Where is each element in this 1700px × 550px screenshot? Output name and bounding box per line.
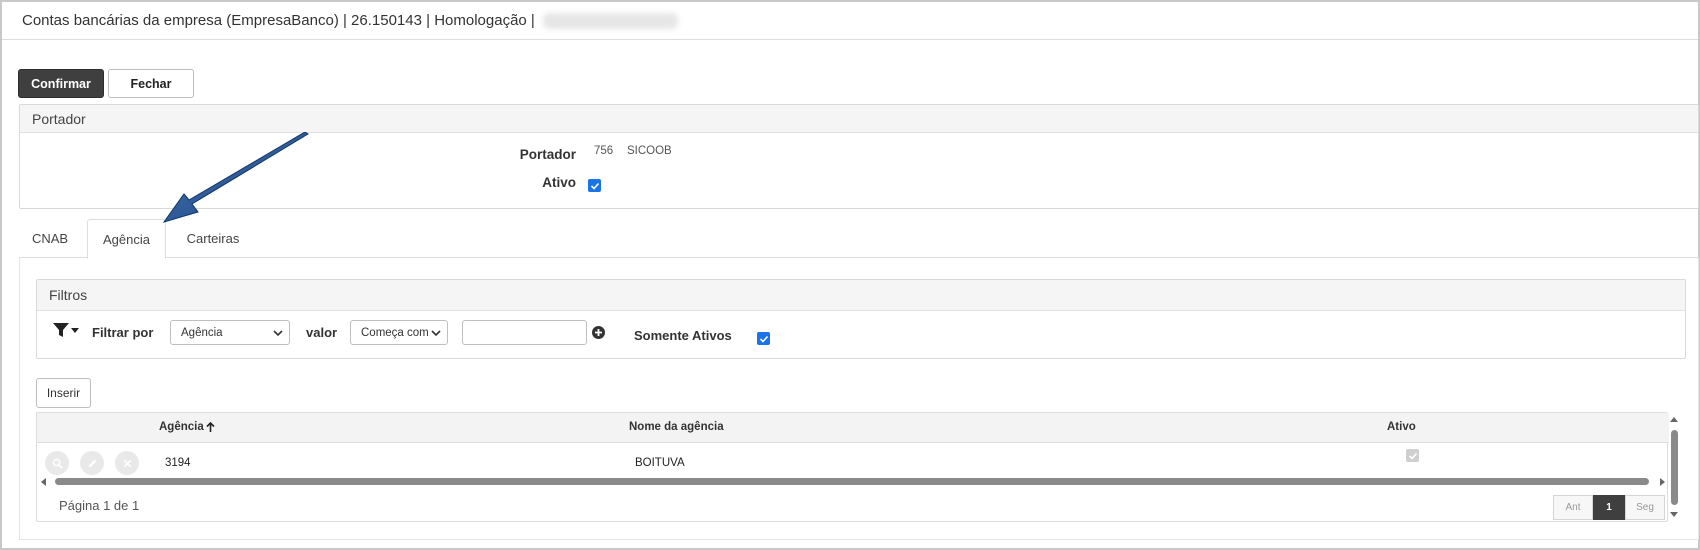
portador-name: SICOOB [627, 145, 672, 157]
cell-agencia: 3194 [165, 457, 191, 469]
window-frame: Contas bancárias da empresa (EmpresaBanc… [0, 0, 1700, 550]
column-header-ativo[interactable]: Ativo [1387, 421, 1416, 433]
prev-page-button[interactable]: Ant [1553, 495, 1593, 520]
scroll-left-icon[interactable] [41, 478, 46, 486]
agencia-grid: Agência Nome da agência Ativo 3194 BOITU… [36, 412, 1669, 523]
filters-title: Filtros [37, 280, 1685, 311]
cell-nome: BOITUVA [635, 457, 685, 469]
annotation-arrow-icon [162, 132, 309, 223]
toolbar: Confirmar Fechar [18, 69, 194, 98]
search-icon [52, 458, 63, 469]
filter-field-value: Agência [181, 326, 223, 339]
filter-by-label: Filtrar por [92, 325, 154, 340]
funnel-icon [53, 323, 69, 337]
check-icon [1408, 452, 1417, 460]
scroll-right-icon[interactable] [1660, 478, 1665, 486]
column-header-nome[interactable]: Nome da agência [629, 421, 724, 433]
page-info: Página 1 de 1 [59, 498, 140, 513]
insert-button[interactable]: Inserir [36, 378, 91, 408]
filter-menu-toggle[interactable] [53, 323, 79, 338]
only-active-label: Somente Ativos [634, 328, 732, 343]
pencil-icon [88, 459, 96, 467]
scroll-down-icon[interactable] [1670, 512, 1678, 517]
view-row-button[interactable] [45, 451, 69, 475]
arrow-up-icon [206, 421, 215, 432]
close-icon [123, 459, 131, 467]
tab-cnab[interactable]: CNAB [19, 219, 81, 258]
next-page-button[interactable]: Seg [1625, 495, 1665, 520]
check-icon [759, 335, 768, 343]
grid-footer: Página 1 de 1 Ant 1 Seg [37, 488, 1669, 523]
plus-icon [595, 329, 602, 336]
filter-field-select[interactable]: Agência [170, 320, 290, 345]
filter-value-input[interactable] [462, 320, 587, 345]
grid-header: Agência Nome da agência Ativo [37, 413, 1669, 443]
window-title: Contas bancárias da empresa (EmpresaBanc… [22, 12, 535, 29]
page-1-button[interactable]: 1 [1593, 495, 1625, 520]
confirm-button[interactable]: Confirmar [18, 69, 104, 98]
add-filter-icon[interactable] [592, 326, 605, 339]
ativo-checkbox[interactable] [588, 179, 601, 192]
portador-panel-title: Portador [20, 105, 1698, 133]
filters-panel: Filtros Filtrar por Agência valor Começa… [36, 279, 1686, 359]
chevron-down-icon [273, 329, 283, 336]
only-active-checkbox[interactable] [757, 332, 770, 345]
cell-ativo-checkbox [1406, 449, 1419, 462]
vertical-scroll-thumb[interactable] [1671, 430, 1678, 505]
chevron-down-icon [431, 329, 441, 336]
horizontal-scroll-thumb[interactable] [55, 478, 1649, 485]
caret-down-icon [71, 327, 79, 333]
ativo-label: Ativo [542, 175, 576, 190]
edit-row-button[interactable] [80, 451, 104, 475]
tab-agencia[interactable]: Agência [87, 219, 166, 259]
check-icon [590, 182, 599, 190]
vertical-scrollbar[interactable] [1668, 412, 1680, 522]
horizontal-scrollbar[interactable] [37, 475, 1669, 486]
close-button[interactable]: Fechar [108, 69, 194, 98]
column-header-agencia[interactable]: Agência [159, 421, 215, 433]
redacted-text [542, 12, 678, 29]
delete-row-button[interactable] [115, 451, 139, 475]
portador-code: 756 [594, 145, 614, 157]
pager: Ant 1 Seg [1553, 495, 1665, 520]
operator-select[interactable]: Começa com [350, 320, 448, 345]
window-title-bar: Contas bancárias da empresa (EmpresaBanc… [2, 2, 1698, 40]
value-label: valor [306, 325, 338, 340]
scroll-up-icon[interactable] [1670, 417, 1678, 422]
portador-label: Portador [519, 147, 576, 162]
operator-value: Começa com [361, 326, 429, 339]
